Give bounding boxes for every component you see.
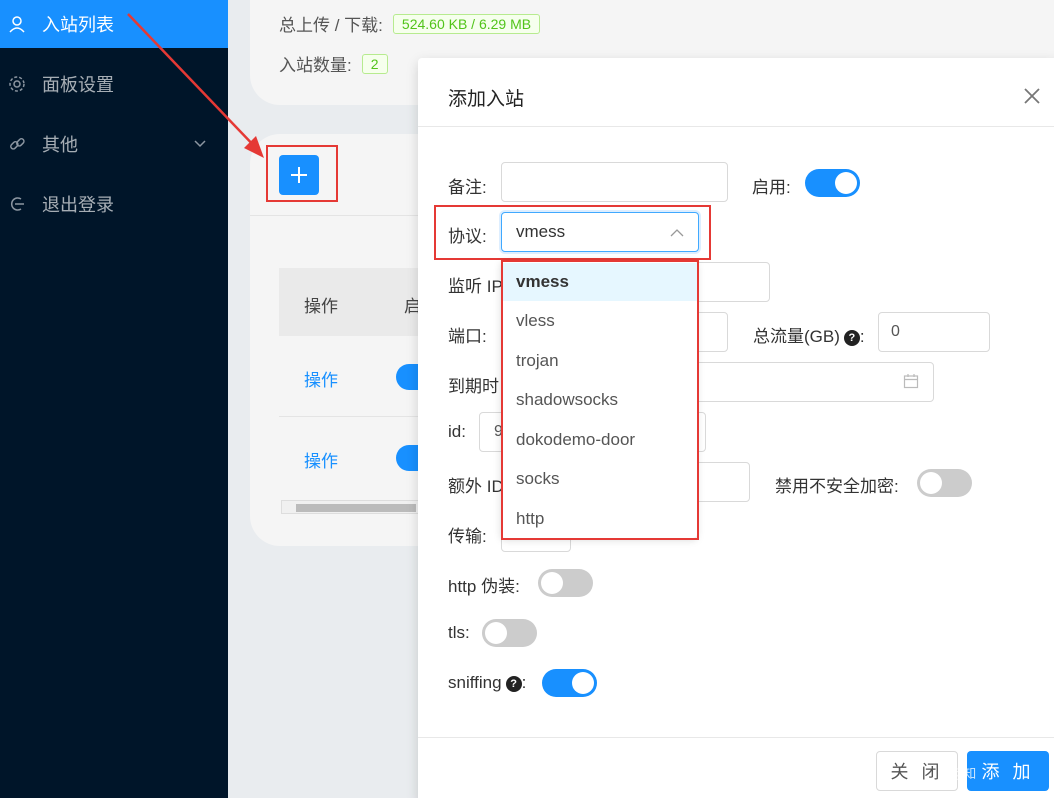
transport-label: 传输:: [448, 527, 487, 546]
alter-id-label: 额外 ID: [448, 477, 504, 496]
id-label: id:: [448, 422, 466, 441]
tls-label: tls:: [448, 623, 470, 642]
calendar-icon: [903, 373, 919, 394]
modal-title: 添加入站: [448, 89, 525, 110]
sidebar-item-label: 其他: [42, 135, 78, 155]
sidebar-item-label: 面板设置: [42, 75, 114, 95]
traffic-stat: 总上传 / 下载: 524.60 KB / 6.29 MB: [279, 11, 541, 36]
inbound-count-stat: 入站数量: 2: [279, 51, 388, 76]
question-icon[interactable]: ?: [843, 329, 860, 346]
highlight-box-add-button: [266, 145, 338, 202]
scrollbar-thumb[interactable]: [296, 504, 416, 512]
remark-label: 备注:: [448, 178, 487, 197]
disable-insecure-label: 禁用不安全加密:: [775, 477, 899, 496]
listen-ip-label: 监听 IP: [448, 277, 503, 296]
modal-header-divider: [418, 126, 1054, 127]
sniffing-toggle[interactable]: [542, 669, 597, 697]
user-icon: [8, 15, 26, 33]
horizontal-scrollbar[interactable]: [281, 500, 421, 514]
expiry-label: 到期时: [448, 377, 499, 396]
sidebar-item-other[interactable]: 其他: [0, 120, 228, 168]
http-disguise-label: http 伪装:: [448, 577, 520, 596]
expiry-date-picker[interactable]: [690, 362, 934, 402]
enable-label: 启用:: [752, 178, 791, 197]
tls-toggle[interactable]: [482, 619, 537, 647]
count-label: 入站数量:: [279, 56, 352, 75]
row-operation-link[interactable]: 操作: [304, 447, 338, 472]
http-disguise-toggle[interactable]: [538, 569, 593, 597]
sidebar-item-inbound-list[interactable]: 入站列表: [0, 0, 228, 48]
total-traffic-input[interactable]: 0: [878, 312, 990, 352]
chevron-down-icon: [194, 137, 206, 151]
watermark: @知: [950, 766, 977, 781]
listen-ip-input[interactable]: [690, 262, 770, 302]
sidebar-item-logout[interactable]: 退出登录: [0, 180, 228, 228]
sidebar: 入站列表 面板设置 其他 退出登录: [0, 0, 228, 798]
highlight-box-protocol: [434, 205, 711, 260]
sniffing-label: sniffing?:: [448, 673, 527, 692]
remark-input[interactable]: [501, 162, 728, 202]
close-button[interactable]: 关 闭: [876, 751, 958, 791]
sidebar-item-label: 入站列表: [42, 15, 114, 35]
traffic-value-tag: 524.60 KB / 6.29 MB: [392, 13, 541, 34]
modal-footer-divider: [418, 737, 1054, 738]
traffic-label: 总上传 / 下载:: [279, 16, 383, 35]
alter-id-input[interactable]: [690, 462, 750, 502]
enable-toggle[interactable]: [805, 169, 860, 197]
total-traffic-label: 总流量(GB)?:: [753, 327, 865, 346]
close-icon[interactable]: [1020, 84, 1044, 108]
count-value-tag: 2: [361, 53, 388, 74]
column-header-operation: 操作: [304, 297, 338, 316]
sidebar-item-panel-settings[interactable]: 面板设置: [0, 60, 228, 108]
highlight-box-protocol-options: [501, 260, 699, 540]
add-button[interactable]: 添 加: [967, 751, 1049, 791]
question-icon[interactable]: ?: [505, 675, 522, 692]
logout-icon: [8, 195, 26, 213]
port-label: 端口:: [448, 327, 487, 346]
disable-insecure-toggle[interactable]: [917, 469, 972, 497]
sidebar-item-label: 退出登录: [42, 195, 114, 215]
row-operation-link[interactable]: 操作: [304, 366, 338, 391]
gear-icon: [8, 75, 26, 93]
link-icon: [8, 135, 26, 153]
